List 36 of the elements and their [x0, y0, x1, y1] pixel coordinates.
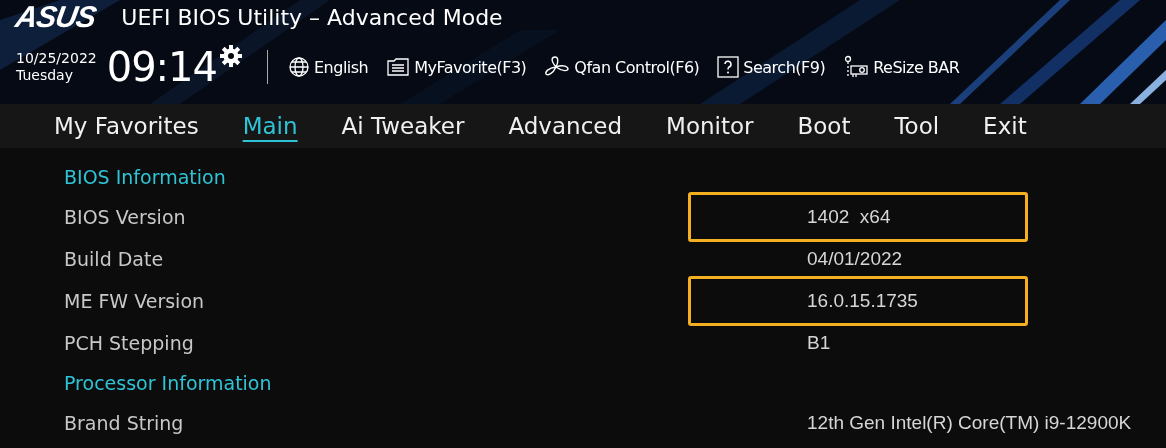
- section-heading: Processor Information: [64, 372, 272, 394]
- menu-tab[interactable]: Main: [242, 113, 298, 139]
- menu-tab[interactable]: Advanced: [508, 113, 623, 139]
- menu-tab[interactable]: Exit: [983, 113, 1027, 139]
- toolbar-button[interactable]: English: [288, 56, 369, 78]
- field-value: B1: [806, 331, 832, 355]
- toolbar-button[interactable]: MyFavorite(F3): [386, 57, 527, 77]
- settings-icon[interactable]: [219, 44, 243, 68]
- brand-logo: ASUS: [13, 0, 99, 34]
- field-label: ME FW Version: [64, 290, 206, 312]
- field-label: Brand String: [64, 412, 185, 434]
- date-text: 10/25/2022: [16, 50, 97, 67]
- field-value: 12th Gen Intel(R) Core(TM) i9-12900K: [806, 411, 1133, 435]
- menu-tab[interactable]: Monitor: [666, 113, 754, 139]
- toolbar-button[interactable]: Qfan Control(F6): [544, 56, 700, 78]
- weekday-text: Tuesday: [16, 67, 74, 84]
- clock-time: 09:14: [106, 44, 217, 90]
- field-label: Build Date: [64, 248, 165, 270]
- field-value: 04/01/2022: [806, 247, 904, 271]
- list-icon: [386, 57, 411, 77]
- highlighted-value: 16.0.15.1735: [688, 276, 1028, 326]
- field-label: PCH Stepping: [64, 332, 195, 354]
- menu-tab[interactable]: Boot: [797, 113, 851, 139]
- toolbar-button[interactable]: Search(F9): [717, 56, 826, 78]
- menu-tab[interactable]: Ai Tweaker: [341, 113, 465, 139]
- section-heading: BIOS Information: [64, 166, 226, 188]
- fan-icon: [544, 56, 571, 78]
- highlighted-value: 1402 x64: [688, 192, 1028, 242]
- globe-icon: [288, 56, 310, 78]
- menu-tab[interactable]: My Favorites: [54, 113, 199, 139]
- window-title: UEFI BIOS Utility – Advanced Mode: [121, 4, 503, 30]
- field-label: BIOS Version: [64, 206, 187, 228]
- menu-tab[interactable]: Tool: [894, 113, 940, 139]
- help-icon: [717, 56, 740, 78]
- graphics-card-icon: [843, 55, 870, 79]
- toolbar-button[interactable]: ReSize BAR: [843, 55, 960, 79]
